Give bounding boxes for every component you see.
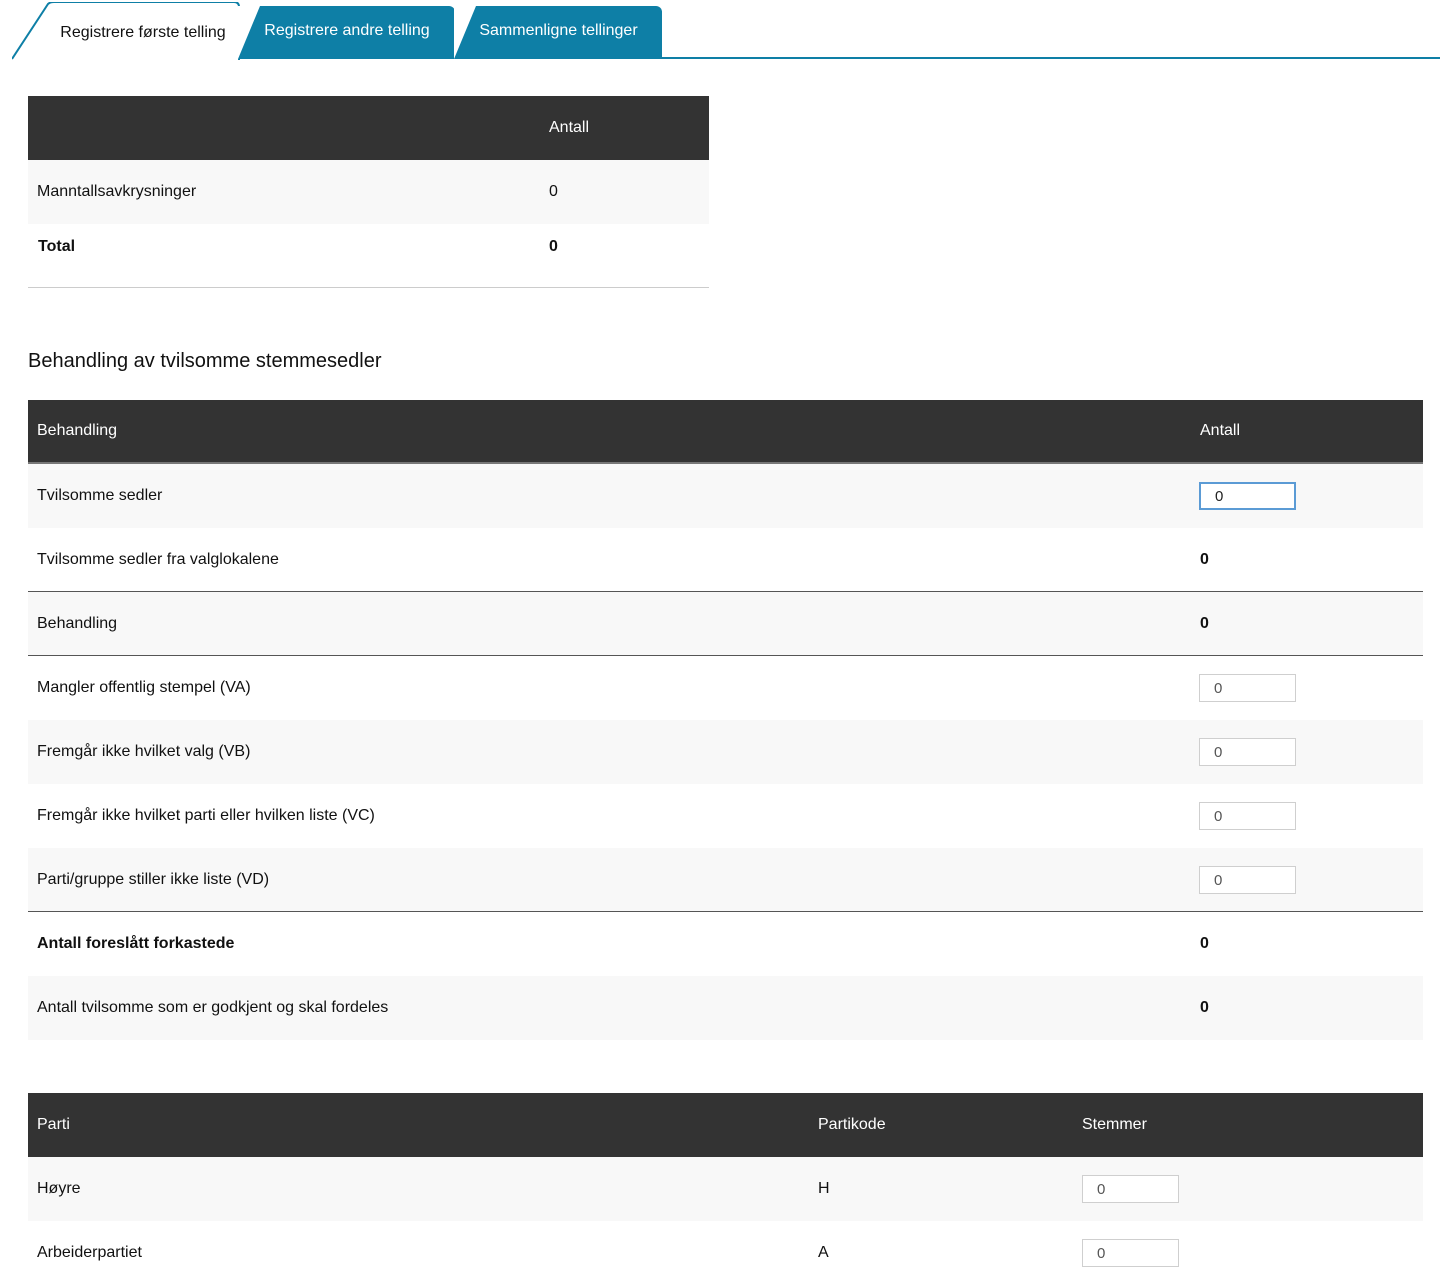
table-row: Fremgår ikke hvilket valg (VB)	[28, 720, 1423, 784]
doubtful-ballots-table: Behandling Antall Tvilsomme sedler Tvils…	[28, 400, 1423, 1040]
header-behandling: Behandling	[37, 422, 118, 439]
tab-first-count[interactable]: Registrere første telling	[12, 2, 240, 60]
total-label: Total	[38, 238, 76, 255]
vb-input[interactable]	[1199, 738, 1296, 766]
party-name: Arbeiderpartiet	[37, 1244, 142, 1261]
doubtful-ballots-input[interactable]	[1199, 482, 1296, 510]
vc-input[interactable]	[1199, 802, 1296, 830]
row-value: 0	[1200, 999, 1209, 1016]
row-label: Tvilsomme sedler	[37, 487, 163, 504]
summary-table-header: Antall	[28, 96, 709, 160]
va-input[interactable]	[1199, 674, 1296, 702]
tab-first-count-label: Registrere første telling	[60, 24, 226, 41]
tab-underline	[660, 57, 1440, 59]
row-label: Manntallsavkrysninger	[37, 183, 197, 200]
row-value: 0	[549, 183, 558, 200]
party-code: H	[818, 1180, 830, 1197]
row-value: 0	[1200, 550, 1209, 568]
party-name: Høyre	[37, 1180, 81, 1197]
row-value: 0	[1200, 935, 1209, 952]
table-row: Behandling 0	[28, 592, 1423, 656]
party-votes-table: Parti Partikode Stemmer Høyre H Arbeider…	[28, 1093, 1423, 1272]
table-row: Parti/gruppe stiller ikke liste (VD)	[28, 848, 1423, 912]
vd-input[interactable]	[1199, 866, 1296, 894]
row-value: 0	[1200, 614, 1209, 632]
party-code: A	[818, 1244, 829, 1261]
row-label: Behandling	[37, 614, 118, 632]
party-table-header: Parti Partikode Stemmer	[28, 1093, 1423, 1157]
header-stemmer: Stemmer	[1082, 1116, 1147, 1133]
page-section-title: Behandling av tvilsomme stemmesedler	[28, 350, 382, 372]
row-label: Antall tvilsomme som er godkjent og skal…	[37, 999, 389, 1016]
row-label: Fremgår ikke hvilket parti eller hvilken…	[37, 807, 375, 824]
tab-bar: Registrere første telling Registrere and…	[0, 0, 1440, 62]
row-label: Tvilsomme sedler fra valglokalene	[37, 550, 279, 568]
votes-input-hoyre[interactable]	[1082, 1175, 1179, 1203]
table-row: Fremgår ikke hvilket parti eller hvilken…	[28, 784, 1423, 848]
row-label: Mangler offentlig stempel (VA)	[37, 679, 251, 696]
votes-input-arbeiderpartiet[interactable]	[1082, 1239, 1179, 1267]
doubtful-table-header: Behandling Antall	[28, 400, 1423, 464]
header-antall: Antall	[1200, 422, 1241, 439]
table-row: Tvilsomme sedler fra valglokalene 0	[28, 528, 1423, 592]
header-parti: Parti	[37, 1116, 70, 1133]
table-row: Høyre H	[28, 1157, 1423, 1221]
tab-compare-counts[interactable]: Sammenligne tellinger	[454, 6, 662, 59]
tab-compare-counts-label: Sammenligne tellinger	[479, 21, 638, 39]
summary-header-count: Antall	[549, 119, 590, 136]
row-label: Fremgår ikke hvilket valg (VB)	[37, 743, 251, 760]
tab-second-count[interactable]: Registrere andre telling	[238, 6, 455, 59]
summary-table: Antall Manntallsavkrysninger 0 Total 0	[28, 96, 709, 288]
table-row: Antall tvilsomme som er godkjent og skal…	[28, 976, 1423, 1040]
total-value: 0	[549, 238, 558, 255]
header-partikode: Partikode	[818, 1116, 886, 1133]
row-label: Parti/gruppe stiller ikke liste (VD)	[37, 870, 270, 888]
table-row: Antall foreslått forkastede 0	[28, 912, 1423, 976]
table-row: Tvilsomme sedler	[28, 464, 1423, 528]
row-label: Antall foreslått forkastede	[37, 935, 235, 952]
table-row: Manntallsavkrysninger 0	[28, 160, 709, 224]
tab-second-count-label: Registrere andre telling	[264, 21, 430, 39]
table-row: Arbeiderpartiet A	[28, 1221, 1423, 1272]
table-row: Mangler offentlig stempel (VA)	[28, 656, 1423, 720]
table-row-total: Total 0	[28, 224, 709, 288]
